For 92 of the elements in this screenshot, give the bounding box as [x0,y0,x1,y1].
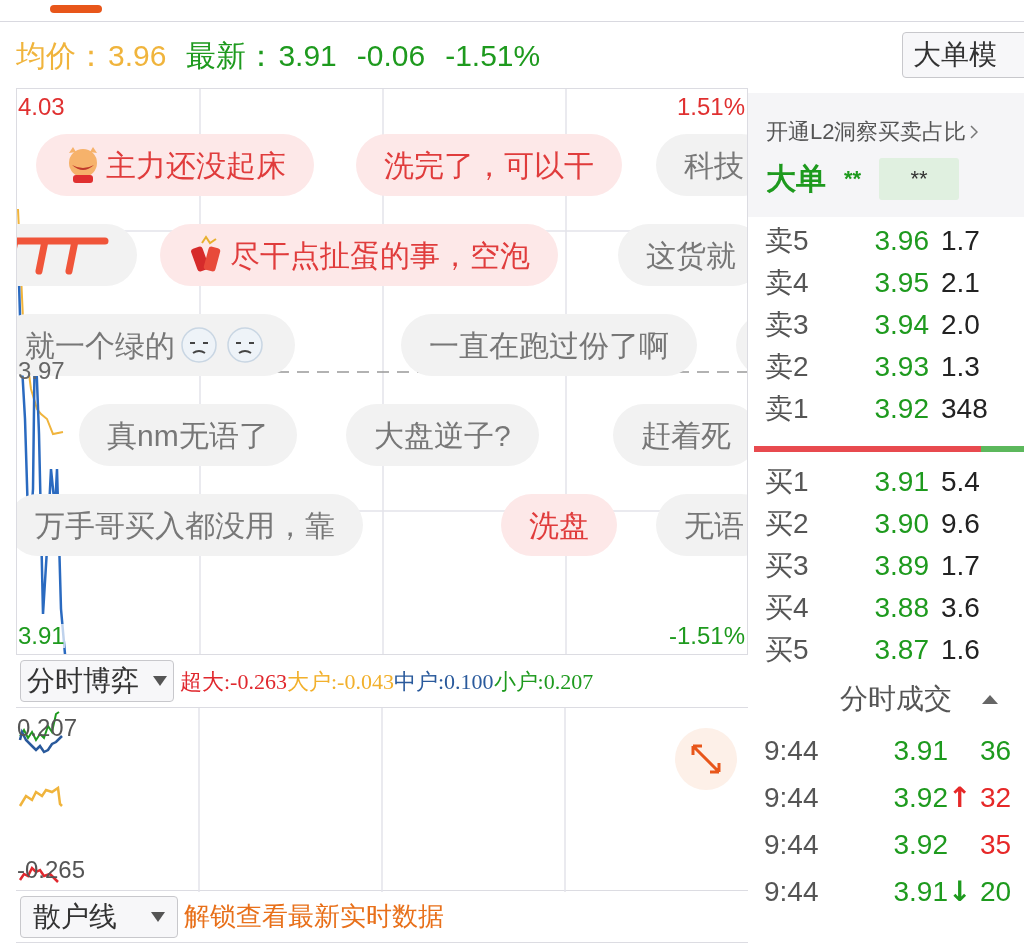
level-label: 买4 [765,591,810,625]
legend-item: 大户:-0.043 [286,667,394,696]
level-volume: 9.6 [941,507,980,541]
comment-text: 真nm无语了 [107,417,269,454]
trade-time: 9:44 [764,780,820,815]
comment-text: 尽干点扯蛋的事，空泡 [230,237,530,274]
level-volume: 1.7 [941,224,980,258]
trade-price: 3.92 [893,780,948,815]
level-price: 3.94 [873,308,929,342]
level-price: 3.88 [873,591,929,625]
trade-volume: 32 [980,780,1012,815]
cartoon-ox-icon [69,147,97,183]
level-label: 卖2 [765,350,810,384]
level-price: 3.91 [873,465,929,499]
level-volume: 2.0 [941,308,980,342]
level-volume: 1.6 [941,633,980,667]
tab-indicator[interactable] [50,5,102,13]
level-volume: 2.1 [941,266,980,300]
label: 最新： [186,37,277,74]
trade-time: 9:44 [764,733,820,768]
level-label: 卖4 [765,266,810,300]
level-price: 3.96 [873,224,929,258]
comment-text: 赶着死 [641,417,731,454]
sad-face-icon [181,327,217,363]
level-price: 3.93 [873,350,929,384]
trade-volume: 36 [980,733,1012,768]
change-percent: -1.51% [445,37,541,74]
comment-text: 洗完了，可以干 [384,147,594,184]
comment-text: 大盘逆子? [374,417,511,454]
level-volume: 348 [941,392,988,426]
trade-time: 9:44 [764,874,820,909]
level-volume: 3.6 [941,591,980,625]
comment-text: 就一个绿的 [25,327,175,362]
chevron-right-icon [970,124,979,139]
axis-label: -0.265 [17,858,86,882]
trade-volume: 35 [980,827,1012,862]
level-price: 3.87 [873,633,929,667]
price-change: -0.06 [356,37,426,74]
trend-arrow: ↑ [948,779,966,816]
big-order-label: 大单 [766,161,826,197]
comment-text: 这货就 [646,237,736,274]
label: 均价： [16,37,106,74]
trend-arrow: ↓ [948,873,966,910]
legend-item: 中户:0.100 [393,667,494,696]
comment-text: 科技 [684,147,744,184]
firecracker-icon [190,235,221,273]
level-label: 买2 [765,507,810,541]
streamer-icon [17,237,109,275]
level-label: 卖3 [765,308,810,342]
level-label: 卖1 [765,392,810,426]
caret-icon [153,676,167,686]
axis-label: 1.51% [676,95,745,119]
big-order-value: ** [844,165,862,193]
line-dropdown[interactable]: 散户线 [20,895,178,938]
comment-text: 洗盘 [529,507,589,544]
trade-volume: 20 [980,874,1012,909]
legend-item: 超大:-0.263 [180,667,287,696]
section-title: 分时成交 [840,682,952,716]
level-price: 3.92 [873,392,929,426]
big-order-box: ** [879,157,960,200]
indicator-dropdown[interactable]: 分时博弈 [20,660,174,702]
level-label: 买5 [765,633,810,667]
level-volume: 1.3 [941,350,980,384]
trade-time: 9:44 [764,827,820,862]
average-price: 3.96 [108,37,167,74]
l2-promo-link[interactable]: 开通L2洞察买卖占比 [766,115,1024,148]
caret-icon [151,911,165,922]
legend-item: 小户:0.207 [493,667,594,696]
level-volume: 1.7 [941,549,980,583]
axis-label: 4.03 [18,95,65,119]
level-label: 买3 [765,549,810,583]
mode-button[interactable]: 大单模 [902,32,1024,78]
level-price: 3.90 [873,507,929,541]
trade-price: 3.91 [893,874,948,909]
expand-icon [691,744,721,774]
level-price: 3.89 [873,549,929,583]
sad-face-icon [227,327,263,363]
axis-label: 3.91 [18,624,65,648]
level-label: 买1 [765,465,810,499]
last-price: 3.91 [278,37,337,74]
comment-text: 主力还没起床 [106,147,286,184]
comment-text: 无语 [684,507,744,544]
level-price: 3.95 [873,266,929,300]
sort-up-icon [982,694,998,704]
trade-price: 3.91 [893,733,948,768]
level-label: 卖5 [765,224,810,258]
trade-price: 3.92 [893,827,948,862]
axis-label: 3.97 [18,359,65,383]
axis-label: -1.51% [668,624,745,648]
level-volume: 5.4 [941,465,980,499]
comment-text: 万手哥买入都没用，靠 [35,507,335,544]
comment-text: 一直在跑过份了啊 [429,327,669,364]
